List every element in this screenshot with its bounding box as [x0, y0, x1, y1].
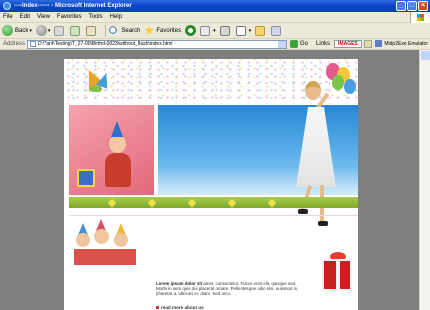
menu-help[interactable]: Help: [110, 14, 122, 20]
kid-face: [94, 229, 109, 244]
kid-with-hat-photo: [69, 105, 154, 195]
refresh-icon: [70, 25, 81, 36]
windows-logo-icon: [410, 12, 430, 23]
toolbar-separator: [105, 24, 107, 37]
kid-party-hat: [111, 121, 123, 137]
history-icon: [185, 25, 197, 36]
emulator-icon: [375, 40, 383, 47]
search-icon: [109, 25, 120, 36]
address-bar: Address D:\*ant\Testing\T_27-00\Birthd-0…: [0, 39, 430, 50]
vertical-scrollbar[interactable]: [419, 50, 430, 310]
refresh-button[interactable]: [70, 25, 82, 36]
messenger-icon: [271, 25, 282, 36]
address-input[interactable]: D:\*ant\Testing\T_27-00\Birthd-0023\with…: [27, 39, 288, 49]
search-label: Search: [121, 27, 141, 34]
kids-party-photo: [74, 217, 136, 265]
intro-text-block: Lorem ipsum dolor sit amet, consectetur.…: [156, 281, 306, 297]
forward-dropdown-icon[interactable]: ▾: [48, 28, 51, 34]
browser-viewport[interactable]: Lorem ipsum dolor sit amet, consectetur.…: [0, 50, 430, 310]
home-button[interactable]: [86, 25, 98, 36]
menu-view[interactable]: View: [37, 14, 50, 20]
balloon-image: [344, 79, 356, 94]
home-icon: [86, 25, 97, 36]
kid-face: [114, 233, 128, 247]
forward-arrow-icon: [35, 25, 47, 36]
read-more-label: read more about us: [161, 305, 204, 310]
menu-favorites[interactable]: Favorites: [57, 14, 82, 20]
favorites-star-icon: [144, 25, 155, 35]
birthday-website: Lorem ipsum dolor sit amet, consectetur.…: [64, 59, 358, 310]
maximize-button[interactable]: □: [407, 1, 417, 11]
messenger-button[interactable]: [271, 25, 283, 36]
print-icon: [219, 25, 230, 36]
back-arrow-icon: [2, 25, 13, 36]
edit-dropdown-icon[interactable]: ▾: [249, 28, 252, 34]
stop-icon: [54, 25, 65, 36]
menu-file[interactable]: File: [3, 14, 13, 20]
emulator-button[interactable]: Midp2Exe Emulator: [375, 40, 428, 47]
red-gift-box-image: [322, 259, 352, 291]
page-icon: [30, 41, 37, 47]
kids-clothes: [74, 249, 136, 265]
mail-button[interactable]: ▾: [200, 25, 216, 36]
woman-shoe: [318, 221, 328, 226]
favorites-label: Favorites: [156, 27, 182, 34]
kid-body: [105, 153, 131, 187]
window-title: ----Index------ - Microsoft Internet Exp…: [14, 3, 132, 9]
go-arrow-icon: [290, 40, 299, 48]
emulator-label: Midp2Exe Emulator: [384, 40, 428, 47]
gift-box-image: [77, 169, 95, 187]
mail-icon: [200, 25, 211, 36]
minimize-button[interactable]: _: [396, 1, 406, 11]
toolbar-addon-icon[interactable]: [363, 40, 372, 48]
woman-head: [305, 81, 321, 100]
kid-head: [109, 135, 126, 153]
ie-logo-icon: [3, 2, 11, 10]
print-button[interactable]: [219, 25, 232, 36]
streamer-image: [90, 86, 102, 92]
discuss-button[interactable]: [255, 25, 267, 36]
edit-button[interactable]: ▾: [235, 25, 252, 36]
address-value: D:\*ant\Testing\T_27-00\Birthd-0023\with…: [38, 41, 173, 47]
scroll-up-arrow-icon[interactable]: [421, 51, 430, 60]
standard-toolbar: Back ▾ ▾ Search Favorites ▾ ▾: [0, 23, 430, 39]
close-button[interactable]: ×: [418, 1, 428, 11]
window-controls: _ □ ×: [396, 1, 428, 11]
stop-button[interactable]: [54, 25, 66, 36]
back-dropdown-icon[interactable]: ▾: [29, 28, 32, 34]
back-label: Back: [15, 27, 29, 34]
mail-dropdown-icon[interactable]: ▾: [213, 28, 216, 34]
folder-icon: [255, 25, 266, 36]
address-label: Address: [3, 41, 26, 47]
go-button[interactable]: Go: [290, 40, 308, 48]
links-button[interactable]: Links: [316, 41, 330, 47]
read-more-link[interactable]: read more about us: [156, 305, 204, 310]
balloon-image: [332, 75, 344, 90]
toolbar-logo-button[interactable]: IMAGES: [334, 40, 362, 48]
forward-button[interactable]: ▾: [35, 25, 51, 36]
woman-shoe: [298, 209, 308, 214]
back-button[interactable]: Back ▾: [2, 25, 32, 36]
kid-face: [76, 233, 90, 247]
search-button[interactable]: Search: [109, 25, 141, 36]
history-button[interactable]: [185, 25, 197, 36]
bullet-icon: [156, 306, 159, 309]
title-bar: ----Index------ - Microsoft Internet Exp…: [0, 0, 430, 12]
favorites-button[interactable]: Favorites: [144, 25, 182, 36]
section-divider: [69, 215, 358, 216]
menu-bar: File Edit View Favorites Tools Help: [0, 12, 430, 23]
menu-tools[interactable]: Tools: [89, 14, 103, 20]
edit-page-icon: [235, 25, 246, 36]
go-label: Go: [300, 41, 309, 47]
menu-edit[interactable]: Edit: [20, 14, 30, 20]
address-dropdown-icon[interactable]: [278, 40, 287, 48]
